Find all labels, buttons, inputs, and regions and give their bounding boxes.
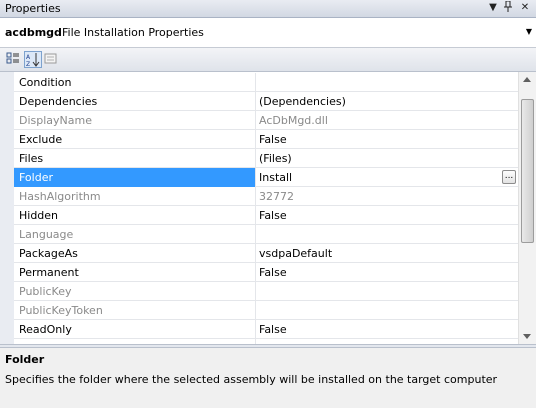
- object-type: File Installation Properties: [62, 26, 204, 39]
- description-panel: Folder Specifies the folder where the se…: [0, 348, 536, 408]
- vertical-scrollbar[interactable]: [518, 72, 536, 344]
- property-value[interactable]: vsdpaDefault: [259, 247, 332, 260]
- property-name: Files: [19, 152, 44, 165]
- property-name: Folder: [19, 171, 53, 184]
- column-divider[interactable]: [255, 111, 256, 130]
- properties-toolbar: AZ: [0, 48, 536, 72]
- scroll-thumb[interactable]: [521, 99, 534, 243]
- browse-button[interactable]: ...: [502, 170, 516, 184]
- property-name: ReadOnly: [19, 323, 72, 336]
- property-name: Exclude: [19, 133, 63, 146]
- property-row[interactable]: Files (Files): [14, 149, 518, 168]
- property-pages-icon: [44, 53, 57, 64]
- property-value[interactable]: False: [259, 209, 287, 222]
- categorized-icon: [6, 52, 19, 64]
- column-divider[interactable]: [255, 130, 256, 149]
- property-value[interactable]: Install: [259, 171, 292, 184]
- property-pages-button[interactable]: [43, 51, 61, 68]
- property-name: DisplayName: [19, 114, 92, 127]
- property-name: Hidden: [19, 209, 59, 222]
- alphabetical-sort-icon: AZ: [26, 53, 40, 68]
- property-value[interactable]: False: [259, 266, 287, 279]
- grid-margin: [0, 72, 14, 344]
- column-divider[interactable]: [255, 187, 256, 206]
- property-row[interactable]: Hidden False: [14, 206, 518, 225]
- property-grid: Condition Dependencies (Dependencies) Displ…: [0, 72, 536, 344]
- property-row[interactable]: Dependencies (Dependencies): [14, 92, 518, 111]
- property-row[interactable]: Folder Install...: [14, 168, 518, 187]
- scroll-up-icon[interactable]: [523, 77, 531, 82]
- property-value[interactable]: 32772: [259, 190, 294, 203]
- categorized-button[interactable]: [5, 51, 23, 68]
- close-icon[interactable]: ✕: [518, 1, 532, 15]
- scroll-down-icon[interactable]: [523, 334, 531, 339]
- property-name: HashAlgorithm: [19, 190, 101, 203]
- window-title: Properties: [5, 2, 61, 15]
- property-row[interactable]: DisplayName AcDbMgd.dll: [14, 111, 518, 130]
- column-divider[interactable]: [255, 168, 256, 187]
- chevron-down-icon[interactable]: ▼: [526, 27, 532, 36]
- description-title: Folder: [5, 353, 45, 366]
- property-name: Permanent: [19, 266, 79, 279]
- property-value[interactable]: False: [259, 323, 287, 336]
- property-value[interactable]: (Dependencies): [259, 95, 346, 108]
- column-divider[interactable]: [255, 92, 256, 111]
- object-selector[interactable]: acdbmgd File Installation Properties ▼: [0, 18, 536, 48]
- column-divider[interactable]: [255, 206, 256, 225]
- svg-text:A: A: [26, 54, 31, 61]
- property-name: Language: [19, 228, 74, 241]
- property-value[interactable]: (Files): [259, 152, 292, 165]
- property-row[interactable]: HashAlgorithm 32772: [14, 187, 518, 206]
- property-row[interactable]: Permanent False: [14, 263, 518, 282]
- column-divider[interactable]: [255, 301, 256, 320]
- description-text: Specifies the folder where the selected …: [5, 373, 498, 386]
- column-divider[interactable]: [255, 282, 256, 301]
- property-row[interactable]: PackageAs vsdpaDefault: [14, 244, 518, 263]
- property-row[interactable]: Exclude False: [14, 130, 518, 149]
- property-name: Condition: [19, 76, 72, 89]
- alphabetical-button[interactable]: AZ: [24, 51, 42, 68]
- property-row[interactable]: ReadOnly False: [14, 320, 518, 339]
- column-divider[interactable]: [255, 263, 256, 282]
- property-value[interactable]: AcDbMgd.dll: [259, 114, 328, 127]
- column-divider[interactable]: [255, 244, 256, 263]
- column-divider[interactable]: [255, 225, 256, 244]
- pin-icon[interactable]: [501, 0, 515, 15]
- property-row[interactable]: Language: [14, 225, 518, 244]
- property-name: PackageAs: [19, 247, 78, 260]
- property-row[interactable]: Condition: [14, 73, 518, 92]
- dropdown-arrow-icon[interactable]: ▼: [486, 1, 500, 15]
- property-row[interactable]: PublicKey: [14, 282, 518, 301]
- property-value[interactable]: False: [259, 133, 287, 146]
- column-divider[interactable]: [255, 320, 256, 339]
- svg-text:Z: Z: [26, 61, 30, 67]
- column-divider[interactable]: [255, 149, 256, 168]
- property-name: Dependencies: [19, 95, 98, 108]
- properties-title-bar: Properties ▼ ✕: [0, 0, 536, 18]
- column-divider[interactable]: [255, 73, 256, 92]
- property-name: PublicKeyToken: [19, 304, 103, 317]
- property-name: PublicKey: [19, 285, 72, 298]
- property-row[interactable]: PublicKeyToken: [14, 301, 518, 320]
- object-name: acdbmgd: [5, 26, 62, 39]
